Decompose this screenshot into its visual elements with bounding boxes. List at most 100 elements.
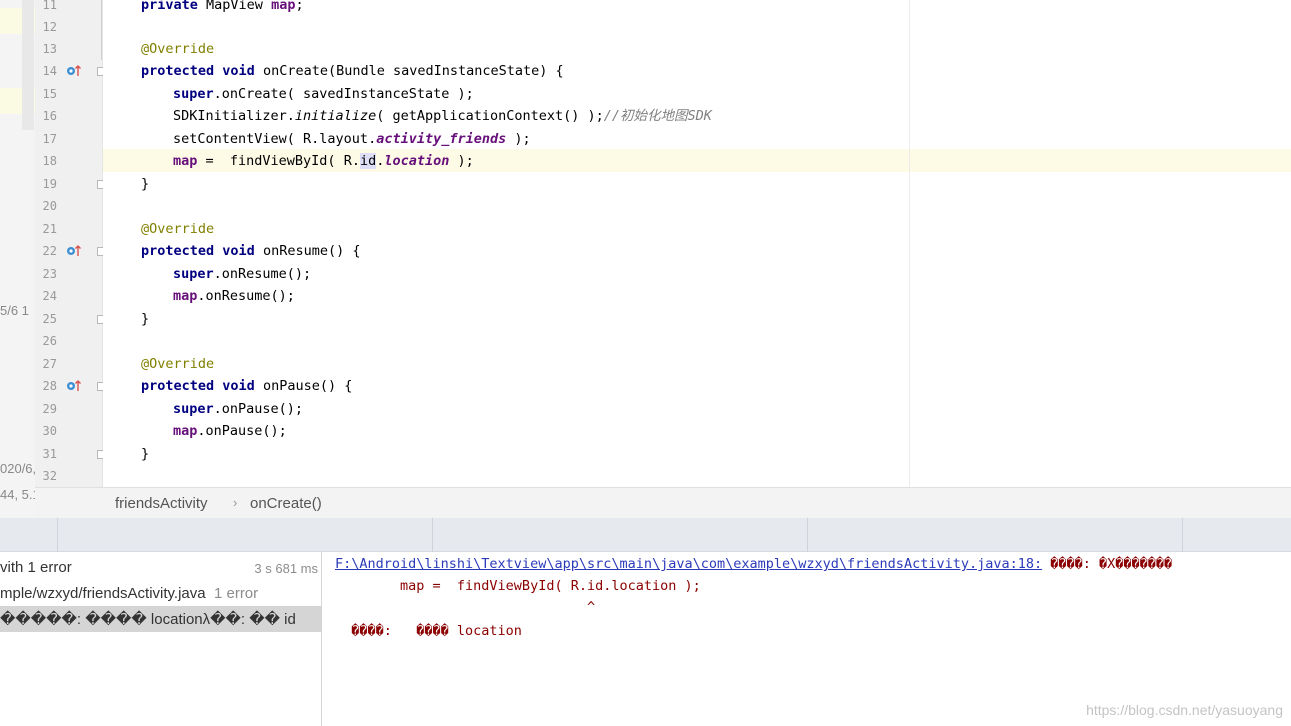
- code-line-30: map.onPause();: [173, 420, 287, 442]
- build-error-item[interactable]: �����: ���� locationλ��: �� id: [0, 606, 321, 632]
- keyword: super: [173, 86, 214, 102]
- error-text: ����: �X�������: [1042, 556, 1173, 572]
- build-console[interactable]: F:\Android\linshi\Textview\app\src\main\…: [323, 552, 1291, 726]
- statement: .onPause();: [213, 401, 304, 417]
- keyword: super: [173, 266, 214, 282]
- field-name: map: [173, 423, 198, 439]
- error-message: �����: ���� locationλ��: �� id: [0, 611, 296, 628]
- header-divider: [57, 518, 58, 552]
- line-number: 25: [42, 312, 57, 326]
- line-number: 28: [42, 379, 57, 393]
- code-line-18: map = findViewById( R.id.location );: [173, 150, 474, 172]
- line-number: 12: [42, 20, 57, 34]
- line-number: 20: [42, 199, 57, 213]
- statement: setContentView( R.layout.: [173, 131, 377, 147]
- code-line-25: }: [141, 311, 150, 327]
- line-number: 18: [42, 154, 57, 168]
- keyword: private: [141, 0, 198, 13]
- breadcrumb-method[interactable]: onCreate(): [250, 495, 322, 512]
- editor-gutter[interactable]: 11 12 13 14 15 16 17 18 19 20 21 22 23 2…: [35, 0, 132, 487]
- code-line-15: super.onCreate( savedInstanceState );: [173, 83, 474, 105]
- method-signature: onCreate(Bundle savedInstanceState) {: [254, 63, 564, 79]
- build-tree-panel: vith 1 error 3 s 681 ms mple/wzxyd/frien…: [0, 552, 322, 726]
- code-line-23: super.onResume();: [173, 263, 311, 285]
- panel-snippet: 020/6,: [0, 461, 35, 476]
- build-status-label: vith 1 error: [0, 559, 72, 576]
- fold-guide: [101, 0, 102, 60]
- override-method-icon[interactable]: [66, 65, 82, 77]
- line-number: 11: [42, 0, 57, 12]
- type-name: MapView: [197, 0, 272, 13]
- code-line-17: setContentView( R.layout.activity_friend…: [173, 128, 531, 150]
- project-panel-clipped: 5/6 1 020/6, 44, 5.1: [0, 0, 35, 518]
- panel-snippet: 5/6 1: [0, 303, 29, 318]
- keyword: protected: [141, 243, 215, 259]
- keyword: protected: [141, 63, 215, 79]
- panel-scrollbar[interactable]: [22, 0, 34, 130]
- header-divider: [1182, 518, 1183, 552]
- build-root-item[interactable]: vith 1 error 3 s 681 ms: [0, 559, 322, 576]
- line-number: 24: [42, 289, 57, 303]
- statement: .onResume();: [197, 288, 295, 304]
- header-divider: [807, 518, 808, 552]
- line-number: 29: [42, 402, 57, 416]
- method-signature: onResume() {: [254, 243, 361, 259]
- punctuation: );: [506, 131, 531, 147]
- build-file-item[interactable]: mple/wzxyd/friendsActivity.java 1 error: [0, 585, 258, 602]
- statement: .onResume();: [213, 266, 312, 282]
- keyword: void: [222, 63, 255, 79]
- code-line-11: private MapView map;: [141, 0, 304, 16]
- line-number: 19: [42, 177, 57, 191]
- line-number: 16: [42, 109, 57, 123]
- build-duration: 3 s 681 ms: [254, 561, 318, 576]
- line-number: 30: [42, 424, 57, 438]
- line-number: 21: [42, 222, 57, 236]
- line-number: 13: [42, 42, 57, 56]
- code-line-24: map.onResume();: [173, 285, 295, 307]
- error-count: 1 error: [213, 585, 259, 602]
- line-number: 27: [42, 357, 57, 371]
- code-editor[interactable]: private MapView map; @Override protected…: [103, 0, 1291, 487]
- override-method-icon[interactable]: [66, 380, 82, 392]
- breadcrumb-separator: ›: [233, 495, 238, 510]
- resource-field: activity_friends: [376, 131, 507, 147]
- field-name: map: [173, 153, 198, 169]
- watermark: https://blog.csdn.net/yasuoyang: [1086, 702, 1283, 718]
- console-error-line: F:\Android\linshi\Textview\app\src\main\…: [335, 554, 1172, 574]
- override-method-icon[interactable]: [66, 245, 82, 257]
- build-toolwindow-header[interactable]: [0, 518, 1291, 552]
- keyword: void: [222, 243, 255, 259]
- line-number: 32: [42, 469, 57, 483]
- code-line-21: @Override: [141, 221, 215, 237]
- code-line-13: @Override: [141, 41, 215, 57]
- line-number: 23: [42, 267, 57, 281]
- resource-field: location: [384, 153, 450, 169]
- keyword: super: [173, 401, 214, 417]
- console-caret-line: ^: [335, 599, 596, 615]
- code-comment: //初始化地图SDK: [603, 108, 712, 124]
- console-code-line: map = findViewById( R.id.location );: [335, 578, 701, 594]
- statement: .onCreate( savedInstanceState );: [213, 86, 474, 102]
- selected-text: id: [359, 153, 377, 169]
- code-line-19: }: [141, 176, 150, 192]
- statement: .onPause();: [197, 423, 287, 439]
- line-number: 14: [42, 64, 57, 78]
- line-number: 22: [42, 244, 57, 258]
- breadcrumb-class[interactable]: friendsActivity: [115, 495, 208, 512]
- punctuation: );: [449, 153, 474, 169]
- method-signature: onPause() {: [254, 378, 353, 394]
- file-path: mple/wzxyd/friendsActivity.java: [0, 585, 206, 602]
- line-number: 17: [42, 132, 57, 146]
- code-line-28: protected void onPause() {: [141, 375, 352, 397]
- line-number: 31: [42, 447, 57, 461]
- keyword: void: [222, 378, 255, 394]
- field-name: map: [173, 288, 198, 304]
- class-ref: SDKInitializer.: [173, 108, 295, 124]
- statement: = findViewById( R.: [197, 153, 360, 169]
- static-method: initialize: [294, 108, 377, 124]
- line-number: 26: [42, 334, 57, 348]
- console-symbol-line: ����: ���� location: [335, 623, 522, 639]
- panel-snippet: 44, 5.1: [0, 487, 35, 502]
- source-file-link[interactable]: F:\Android\linshi\Textview\app\src\main\…: [335, 556, 1042, 572]
- header-divider: [432, 518, 433, 552]
